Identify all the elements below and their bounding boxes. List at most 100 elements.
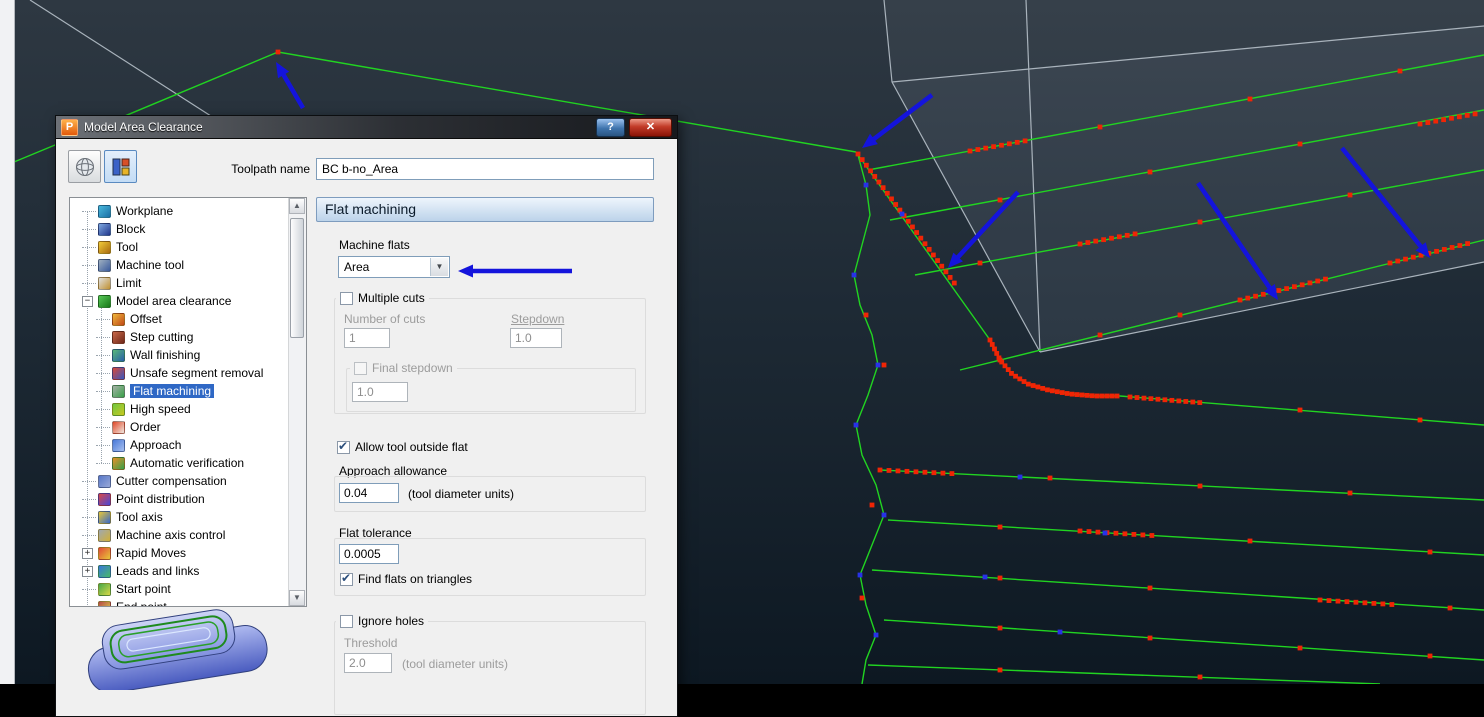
- tree-item-label: Step cutting: [130, 330, 194, 344]
- scroll-down-icon[interactable]: ▼: [289, 590, 305, 606]
- page-title: Flat machining: [316, 197, 654, 222]
- tree-connector: [82, 480, 96, 482]
- tree-rows: Workplane Block Tool Machine tool Limit − Mode…: [70, 198, 289, 606]
- start-point-icon: [98, 582, 111, 596]
- checkbox-box: [340, 614, 353, 628]
- approach-allowance-input[interactable]: [339, 483, 399, 503]
- dialog-title: Model Area Clearance: [84, 120, 203, 134]
- tree-item-leads-and-links[interactable]: + Leads and links: [70, 562, 289, 580]
- tree-item-start-point[interactable]: Start point: [70, 580, 289, 598]
- tree-item-label: Cutter compensation: [116, 474, 227, 488]
- flat-tolerance-input[interactable]: [339, 544, 399, 564]
- tree-item-label: Model area clearance: [116, 294, 232, 308]
- chevron-down-icon[interactable]: ▼: [430, 258, 448, 276]
- tree-item-rapid-moves[interactable]: + Rapid Moves: [70, 544, 289, 562]
- wall-finishing-icon: [112, 348, 125, 362]
- block-icon: [98, 222, 111, 236]
- machine-tool-icon: [98, 258, 111, 272]
- tree-item-model-area-clearance[interactable]: − Model area clearance: [70, 292, 289, 310]
- tool-axis-icon: [98, 510, 111, 524]
- tree-item-approach[interactable]: Approach: [70, 436, 289, 454]
- multiple-cuts-checkbox[interactable]: Multiple cuts: [336, 291, 429, 305]
- close-button[interactable]: ✕: [629, 117, 672, 137]
- tree-item-label: Limit: [116, 276, 142, 290]
- settings-tree[interactable]: Workplane Block Tool Machine tool Limit − Mode…: [69, 197, 307, 607]
- machine-flats-select[interactable]: Area ▼: [338, 256, 450, 278]
- tree-connector: [96, 390, 110, 392]
- tree-connector: [96, 372, 110, 374]
- tree-item-step-cutting[interactable]: Step cutting: [70, 328, 289, 346]
- machine-flats-label: Machine flats: [339, 238, 410, 252]
- tree-connector: [82, 228, 96, 230]
- collapse-toggle-icon[interactable]: −: [82, 295, 93, 307]
- powermill-icon: P: [61, 118, 78, 136]
- wireframe-sphere-icon: [75, 157, 94, 176]
- allow-tool-outside-flat-checkbox[interactable]: Allow tool outside flat: [337, 439, 468, 454]
- final-stepdown-input: [352, 382, 408, 402]
- tree-item-block[interactable]: Block: [70, 220, 289, 238]
- view-sphere-button[interactable]: [68, 150, 101, 183]
- ignore-holes-checkbox[interactable]: Ignore holes: [336, 614, 429, 628]
- tree-item-high-speed[interactable]: High speed: [70, 400, 289, 418]
- help-button[interactable]: ?: [596, 117, 625, 137]
- checkbox-label: Allow tool outside flat: [355, 440, 468, 454]
- tree-item-end-point[interactable]: End point: [70, 598, 289, 607]
- tree-connector: [96, 462, 110, 464]
- tree-item-offset[interactable]: Offset: [70, 310, 289, 328]
- unsafe-segment-removal-icon: [112, 366, 125, 380]
- model-area-clearance-icon: [98, 294, 111, 308]
- checkbox-label: Multiple cuts: [358, 291, 425, 305]
- tree-item-flat-machining[interactable]: Flat machining: [70, 382, 289, 400]
- threshold-input: [344, 653, 392, 673]
- threshold-units-note: (tool diameter units): [402, 657, 509, 671]
- colored-blocks-icon: [112, 158, 129, 175]
- tree-scrollbar[interactable]: ▲ ▼: [288, 198, 306, 606]
- scrollbar-thumb[interactable]: [290, 218, 304, 338]
- tree-item-machine-axis-control[interactable]: Machine axis control: [70, 526, 289, 544]
- automatic-verification-icon: [112, 456, 125, 470]
- approach-icon: [112, 438, 125, 452]
- tree-connector: [82, 588, 96, 590]
- toolpath-preview-graphic: [78, 606, 278, 694]
- units-note: (tool diameter units): [408, 487, 515, 501]
- offset-icon: [112, 312, 125, 326]
- tree-item-label: Offset: [130, 312, 162, 326]
- expand-toggle-icon[interactable]: +: [82, 565, 93, 577]
- tree-item-workplane[interactable]: Workplane: [70, 202, 289, 220]
- tree-item-point-distribution[interactable]: Point distribution: [70, 490, 289, 508]
- tree-connector: [96, 408, 110, 410]
- toolpath-components-button[interactable]: [104, 150, 137, 183]
- tree-item-label: High speed: [130, 402, 191, 416]
- rapid-moves-icon: [98, 546, 111, 560]
- checkbox-box: [340, 571, 353, 586]
- checkbox-box: [340, 291, 353, 305]
- tree-item-unsafe-segment-removal[interactable]: Unsafe segment removal: [70, 364, 289, 382]
- tree-item-tool[interactable]: Tool: [70, 238, 289, 256]
- expand-toggle-icon[interactable]: +: [82, 547, 93, 559]
- toolpath-name-input[interactable]: [316, 158, 654, 180]
- flat-machining-icon: [112, 384, 125, 398]
- tree-item-label: Automatic verification: [130, 456, 245, 470]
- tree-item-label: Leads and links: [116, 564, 200, 578]
- scroll-up-icon[interactable]: ▲: [289, 198, 305, 214]
- tree-item-label: Flat machining: [130, 384, 215, 398]
- find-flats-on-triangles-checkbox[interactable]: Find flats on triangles: [340, 571, 473, 586]
- tree-item-machine-tool[interactable]: Machine tool: [70, 256, 289, 274]
- tree-item-tool-axis[interactable]: Tool axis: [70, 508, 289, 526]
- checkbox-box: [354, 361, 367, 375]
- checkbox-label: Find flats on triangles: [358, 572, 473, 586]
- tree-item-cutter-compensation[interactable]: Cutter compensation: [70, 472, 289, 490]
- point-distribution-icon: [98, 492, 111, 506]
- tree-connector: [82, 498, 96, 500]
- tree-item-automatic-verification[interactable]: Automatic verification: [70, 454, 289, 472]
- tree-item-label: End point: [116, 600, 167, 607]
- model-area-clearance-dialog: P Model Area Clearance ? ✕ Toolpath name…: [55, 115, 678, 717]
- tree-item-limit[interactable]: Limit: [70, 274, 289, 292]
- leads-and-links-icon: [98, 564, 111, 578]
- dialog-titlebar[interactable]: P Model Area Clearance ? ✕: [56, 116, 677, 139]
- tree-item-wall-finishing[interactable]: Wall finishing: [70, 346, 289, 364]
- stepdown-input: [510, 328, 562, 348]
- tree-item-order[interactable]: Order: [70, 418, 289, 436]
- threshold-label: Threshold: [344, 636, 398, 650]
- toolpath-name-label: Toolpath name: [231, 162, 310, 176]
